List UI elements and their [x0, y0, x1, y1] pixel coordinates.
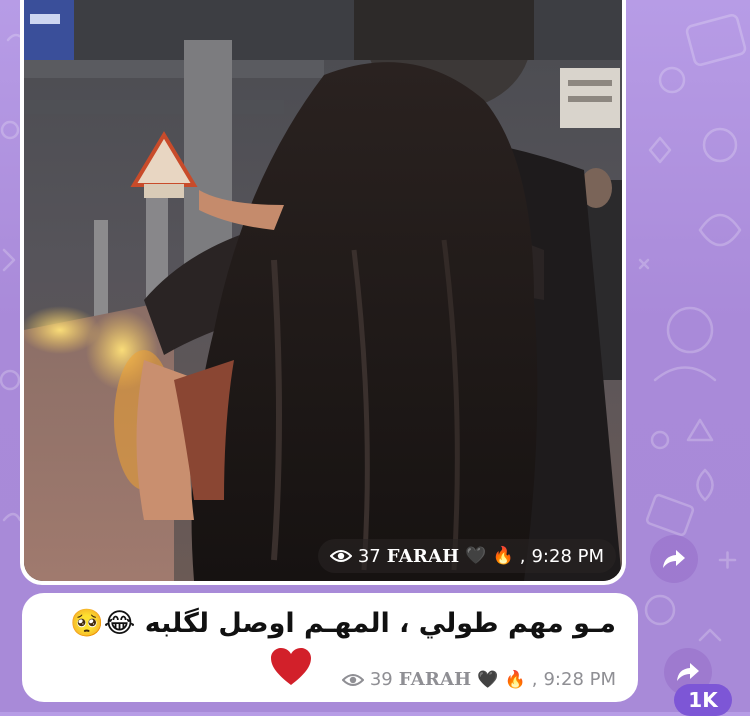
text-message-meta: 39 FARAH 🖤 🔥 , 9:28 PM: [341, 669, 616, 690]
message-time: 9:28 PM: [531, 545, 604, 567]
photo-message-bubble[interactable]: 37 FARAH 🖤 🔥 , 9:28 PM: [20, 0, 626, 585]
message-emojis: 😂🥺: [70, 608, 136, 639]
meta-separator: ,: [519, 545, 526, 567]
fire-emoji: 🔥: [492, 546, 514, 566]
eye-icon: [329, 548, 352, 564]
photo-message-meta: 37 FARAH 🖤 🔥 , 9:28 PM: [317, 539, 616, 573]
fire-emoji: 🔥: [504, 669, 526, 690]
black-heart-emoji: 🖤: [477, 669, 499, 690]
author-signature: FARAH: [386, 545, 460, 567]
eye-icon: [341, 672, 364, 688]
share-button[interactable]: [650, 535, 698, 583]
black-heart-emoji: 🖤: [465, 546, 487, 566]
views-count: 37: [357, 545, 381, 567]
reaction-count-label: 1K: [688, 688, 718, 712]
message-text-content: مـو مهم طولي ، المهـم اوصل لگلبه: [144, 608, 616, 639]
red-heart-icon: [271, 648, 311, 685]
photo-illustration: [24, 0, 622, 581]
message-text: مـو مهم طولي ، المهـم اوصل لگلبه 😂🥺: [70, 607, 616, 639]
share-arrow-icon: [663, 550, 685, 568]
text-message-bubble[interactable]: مـو مهم طولي ، المهـم اوصل لگلبه 😂🥺 39 F…: [22, 593, 638, 702]
views-count: 39: [369, 669, 393, 690]
meta-separator: ,: [531, 669, 538, 690]
author-signature: FARAH: [398, 669, 472, 690]
reaction-count-badge[interactable]: 1K: [674, 684, 732, 716]
message-time: 9:28 PM: [543, 669, 616, 690]
share-arrow-icon: [677, 663, 699, 681]
photo-image[interactable]: [24, 0, 622, 581]
